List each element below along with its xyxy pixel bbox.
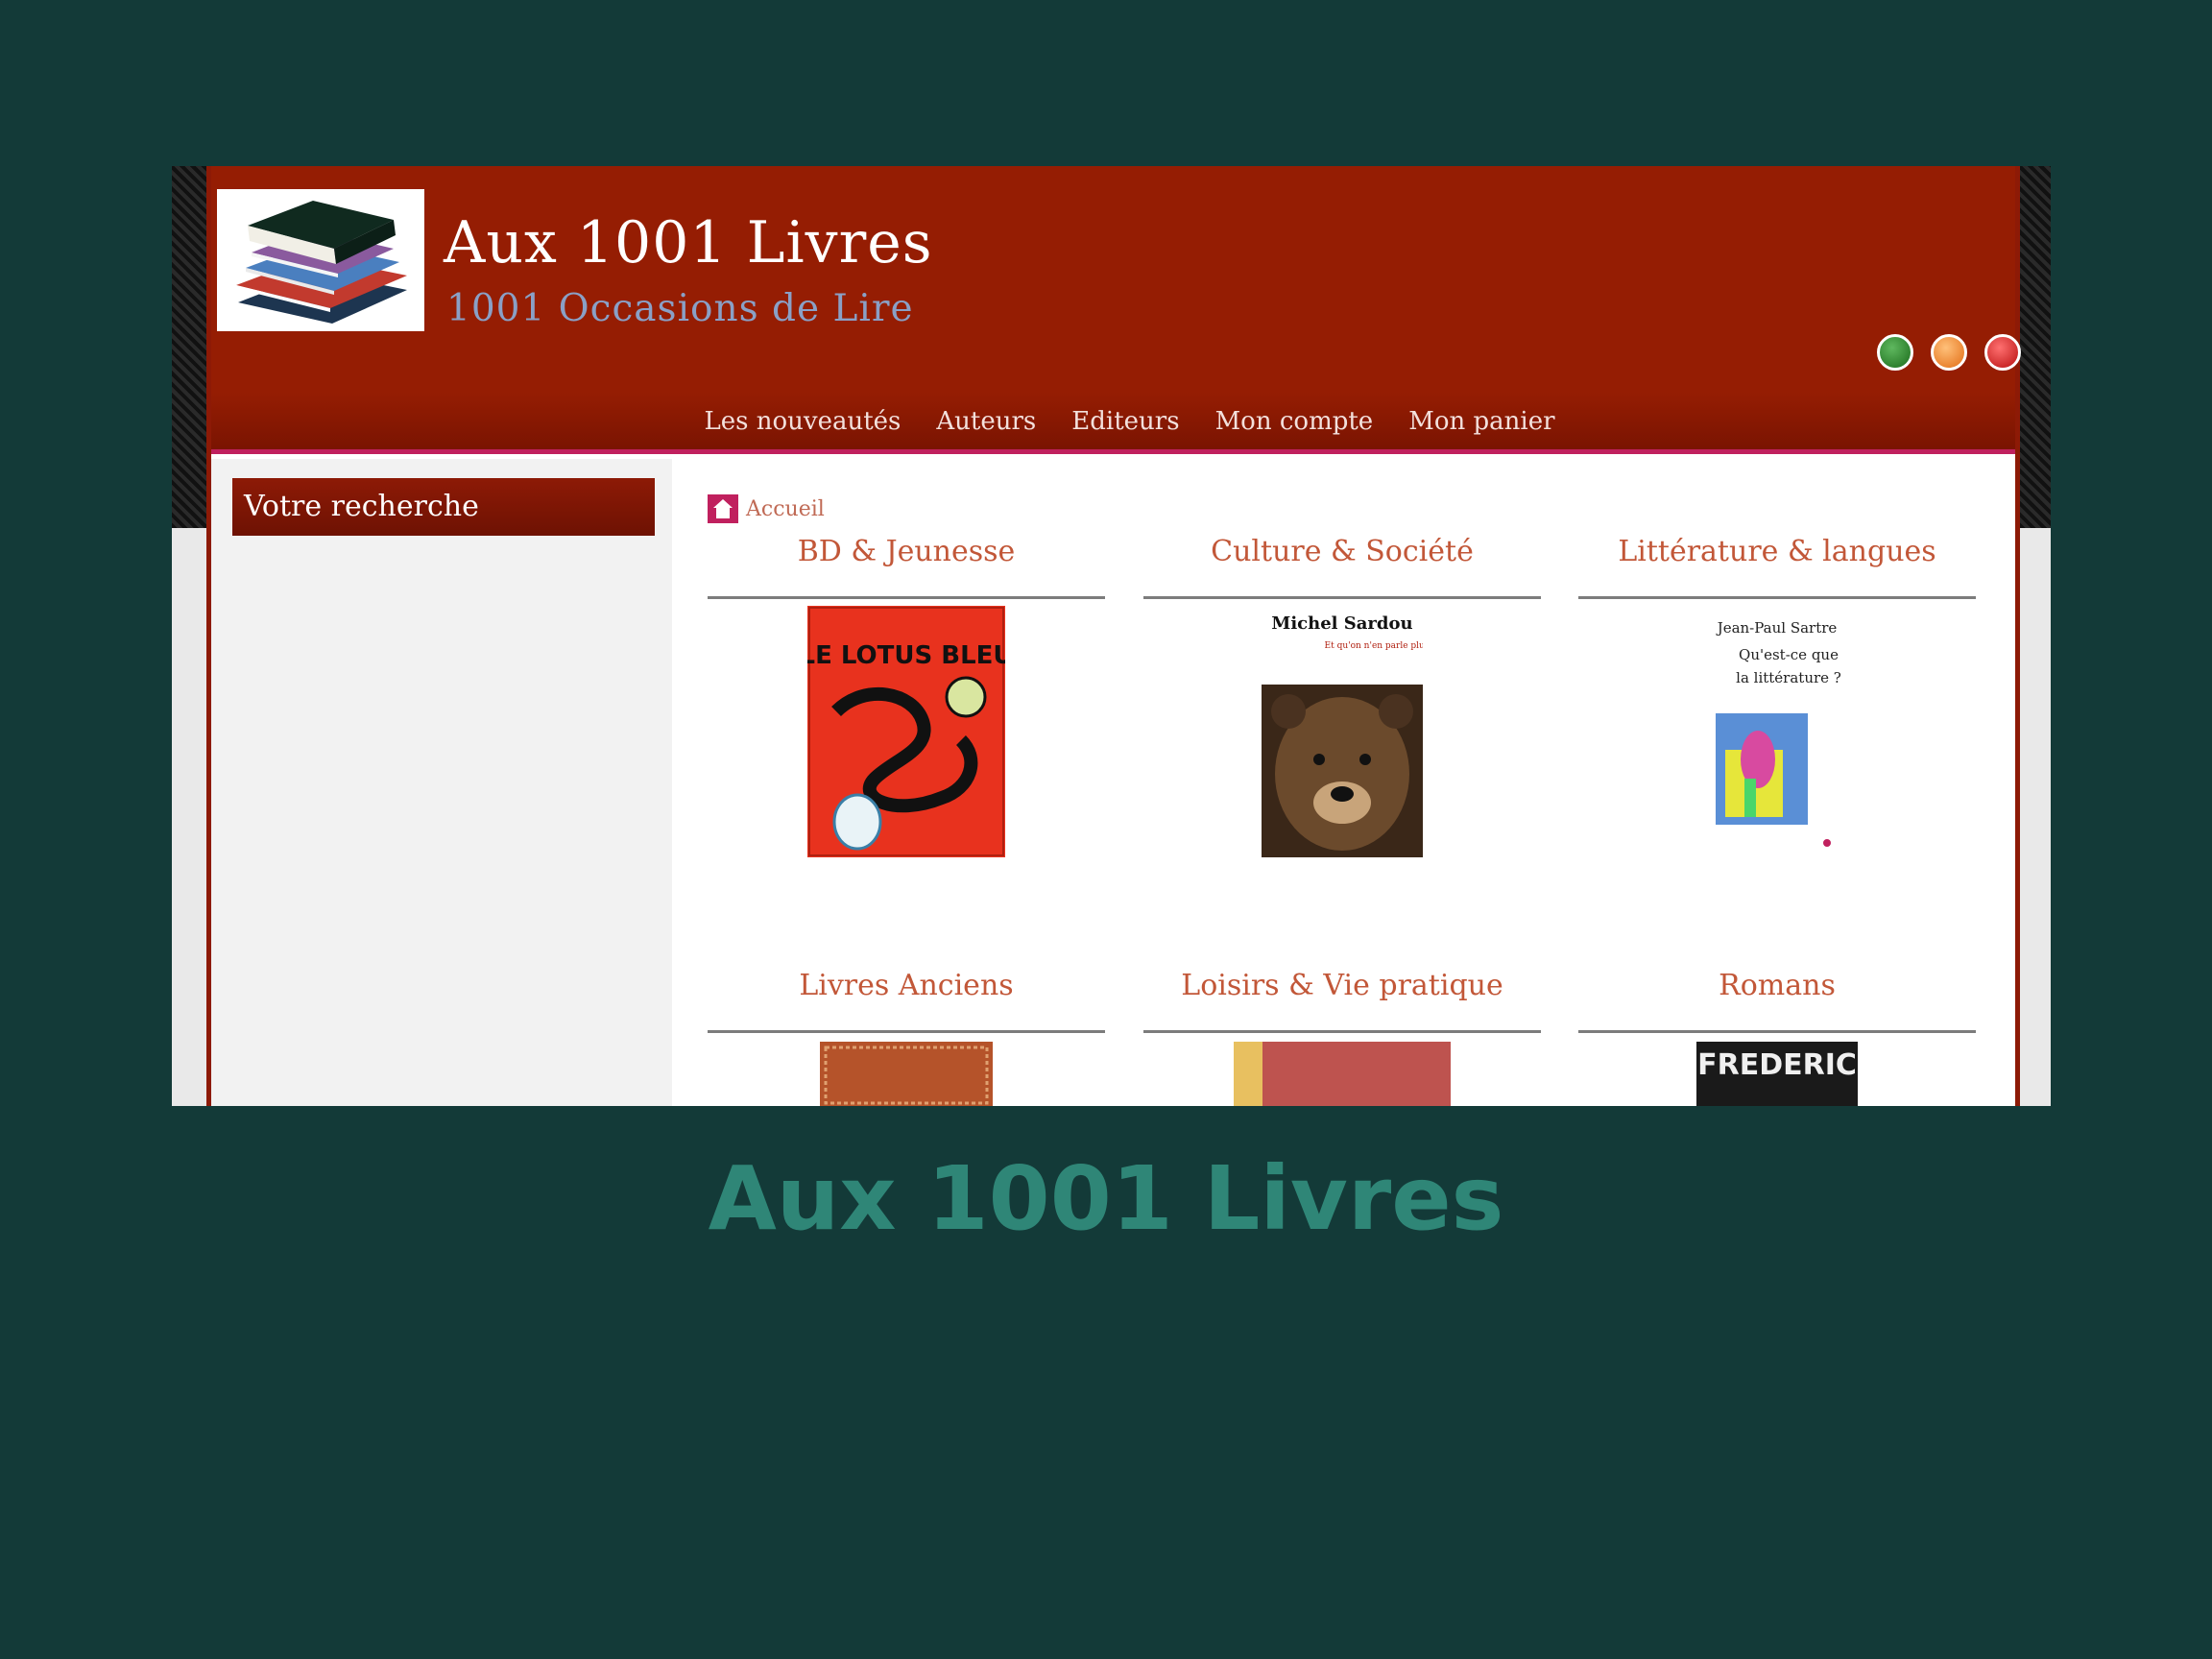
nav-item-mon-panier[interactable]: Mon panier — [1408, 407, 1554, 436]
category-title[interactable]: Culture & Société — [1143, 531, 1541, 573]
site-frame: Aux 1001 Livres 1001 Occasions de Lire L… — [206, 166, 2021, 1106]
cover-subtitle-1: Qu'est-ce que — [1739, 646, 1839, 663]
cover-subtitle-2: la littérature ? — [1736, 669, 1841, 686]
book-cover-loisirs[interactable] — [1234, 1042, 1451, 1106]
nav-item-nouveautes[interactable]: Les nouveautés — [704, 407, 901, 436]
book-cover-sartre[interactable]: Jean-Paul Sartre Qu'est-ce que la littér… — [1696, 606, 1858, 857]
nav-item-auteurs[interactable]: Auteurs — [936, 407, 1036, 436]
book-cover-ancien[interactable] — [820, 1042, 993, 1106]
site-subtitle: 1001 Occasions de Lire — [446, 287, 914, 330]
category-culture-societe[interactable]: Culture & Société Michel Sardou Et qu'on… — [1143, 531, 1541, 857]
category-bd-jeunesse[interactable]: BD & Jeunesse LE LOTUS BLEU — [708, 531, 1105, 857]
breadcrumb-home: Accueil — [746, 496, 825, 521]
cover-author: Jean-Paul Sartre — [1716, 619, 1838, 637]
window-buttons — [1877, 334, 2021, 371]
category-loisirs-vie-pratique[interactable]: Loisirs & Vie pratique — [1143, 965, 1541, 1106]
sidebar: Votre recherche — [211, 459, 672, 1106]
category-title[interactable]: Littérature & langues — [1578, 531, 1976, 573]
orange-circle-icon[interactable] — [1931, 334, 1967, 371]
divider — [1578, 596, 1976, 599]
category-title[interactable]: Livres Anciens — [708, 965, 1105, 1007]
books-logo[interactable] — [217, 189, 424, 331]
cover-author: Michel Sardou — [1271, 613, 1412, 634]
book-cover-sardou[interactable]: Michel Sardou Et qu'on n'en parle plus — [1262, 606, 1423, 857]
book-cover-lotus-bleu[interactable]: LE LOTUS BLEU — [807, 606, 1005, 857]
category-title[interactable]: Romans — [1578, 965, 1976, 1007]
cover-title: LE LOTUS BLEU — [807, 641, 1005, 670]
category-title[interactable]: BD & Jeunesse — [708, 531, 1105, 573]
nav-item-editeurs[interactable]: Editeurs — [1071, 407, 1179, 436]
nav-item-mon-compte[interactable]: Mon compte — [1215, 407, 1374, 436]
right-rail — [2020, 166, 2051, 528]
site-title: Aux 1001 Livres — [444, 209, 933, 276]
category-title[interactable]: Loisirs & Vie pratique — [1143, 965, 1541, 1007]
cover-subtitle: Et qu'on n'en parle plus — [1325, 641, 1423, 651]
breadcrumb[interactable]: Accueil — [708, 494, 825, 523]
divider — [1143, 596, 1541, 599]
red-circle-icon[interactable] — [1984, 334, 2021, 371]
category-litterature-langues[interactable]: Littérature & langues Jean-Paul Sartre Q… — [1578, 531, 1976, 857]
main-nav: Les nouveautés Auteurs Editeurs Mon comp… — [211, 393, 2015, 454]
left-rail — [172, 166, 206, 528]
website-screenshot: Aux 1001 Livres 1001 Occasions de Lire L… — [172, 166, 2051, 1106]
divider — [708, 596, 1105, 599]
home-icon — [708, 494, 738, 523]
divider — [1143, 1030, 1541, 1033]
category-livres-anciens[interactable]: Livres Anciens — [708, 965, 1105, 1106]
search-heading: Votre recherche — [232, 478, 655, 536]
green-circle-icon[interactable] — [1877, 334, 1913, 371]
category-romans[interactable]: Romans FREDERIC — [1578, 965, 1976, 1106]
divider — [1578, 1030, 1976, 1033]
site-header: Aux 1001 Livres 1001 Occasions de Lire L… — [211, 166, 2021, 454]
divider — [708, 1030, 1105, 1033]
caption-title: Aux 1001 Livres — [708, 1147, 1504, 1250]
main-content: Accueil BD & Jeunesse LE LOTUS BLEU Cult… — [672, 459, 2015, 1106]
book-cover-frederic[interactable]: FREDERIC — [1696, 1042, 1858, 1106]
cover-title: FREDERIC — [1697, 1048, 1857, 1082]
